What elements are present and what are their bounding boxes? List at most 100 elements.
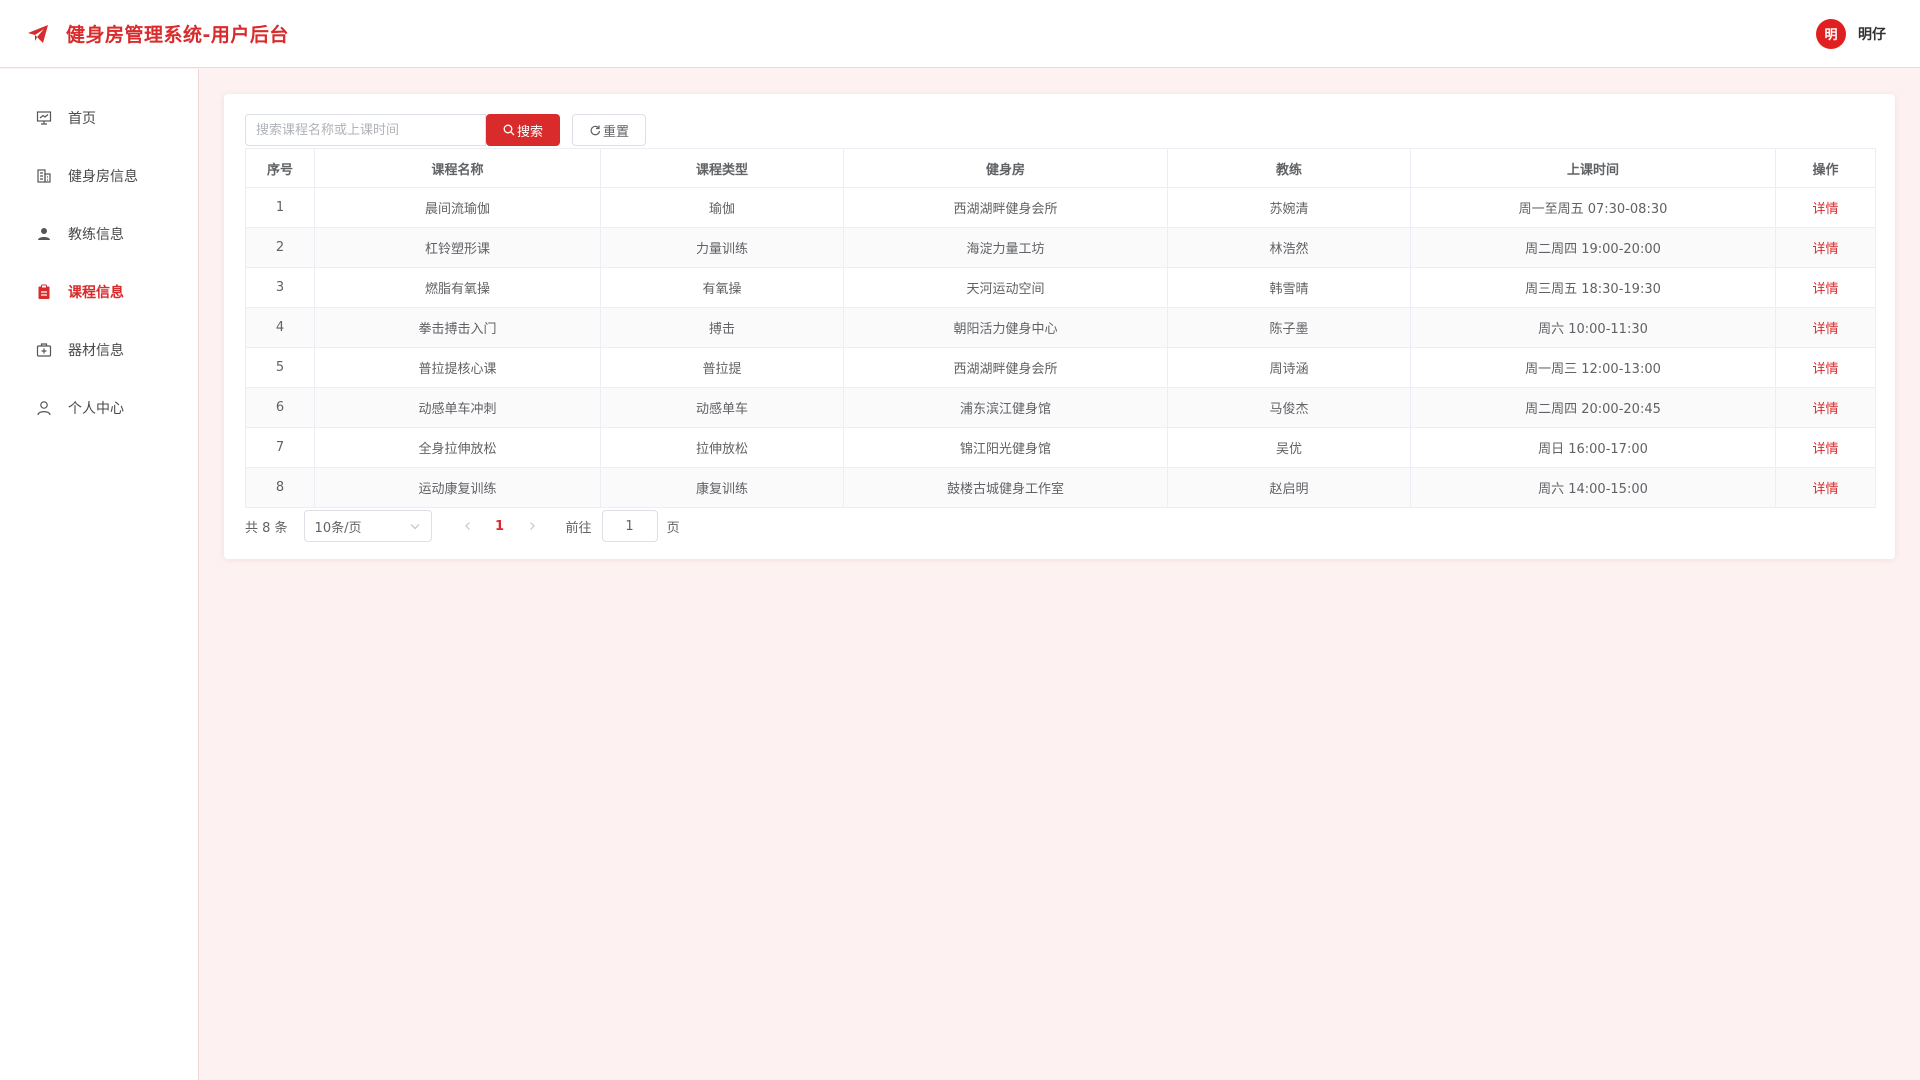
sidebar-item-label: 个人中心: [68, 401, 124, 417]
column-header[interactable]: 课程名称: [314, 148, 601, 188]
detail-link[interactable]: 详情: [1812, 402, 1838, 417]
table-cell: 周六 10:00-11:30: [1410, 307, 1776, 348]
table-cell: 拳击搏击入门: [314, 307, 601, 348]
table-cell: 4: [245, 307, 315, 348]
table-cell: 全身拉伸放松: [314, 427, 601, 468]
column-header[interactable]: 教练: [1167, 148, 1411, 188]
person-icon: [37, 401, 51, 416]
sidebar-item-equipment-info[interactable]: 器材信息: [0, 321, 198, 379]
table-cell: 周日 16:00-17:00: [1410, 427, 1776, 468]
detail-link[interactable]: 详情: [1812, 362, 1838, 377]
chevron-left-icon: [464, 522, 470, 530]
detail-link[interactable]: 详情: [1812, 482, 1838, 497]
user-menu[interactable]: 明 明仔: [1816, 18, 1886, 49]
table-cell: 周二周四 20:00-20:45: [1410, 387, 1776, 428]
goto-label: 前往: [565, 520, 592, 536]
table-cell: 有氧操: [600, 267, 844, 308]
action-cell: 详情: [1775, 267, 1876, 308]
table-cell: 浦东滨江健身馆: [843, 387, 1168, 428]
avatar[interactable]: 明: [1816, 18, 1846, 49]
column-header[interactable]: 操作: [1775, 148, 1876, 188]
prev-page-button[interactable]: [452, 512, 484, 540]
table-cell: 康复训练: [600, 467, 844, 508]
sidebar-item-course-info[interactable]: 课程信息: [0, 263, 198, 321]
page-number[interactable]: 1: [484, 512, 516, 540]
goto-suffix: 页: [666, 520, 680, 536]
column-header[interactable]: 课程类型: [600, 148, 844, 188]
detail-link[interactable]: 详情: [1812, 282, 1838, 297]
action-cell: 详情: [1775, 187, 1876, 228]
table-cell: 2: [245, 227, 315, 268]
detail-link[interactable]: 详情: [1812, 202, 1838, 217]
table-cell: 8: [245, 467, 315, 508]
action-cell: 详情: [1775, 387, 1876, 428]
clipboard-icon: [38, 284, 50, 299]
detail-link[interactable]: 详情: [1812, 322, 1838, 337]
table-cell: 林浩然: [1167, 227, 1411, 268]
table-cell: 赵启明: [1167, 467, 1411, 508]
table-cell: 陈子墨: [1167, 307, 1411, 348]
table-cell: 3: [245, 267, 315, 308]
next-page-button[interactable]: [516, 512, 548, 540]
search-toolbar: 搜索 重置: [245, 114, 1875, 146]
course-table: 序号 课程名称 课程类型 健身房 教练 上课时间 操作 1 晨间流瑜伽 瑜伽 西湖湖畔…: [245, 148, 1876, 508]
table-cell: 朝阳活力健身中心: [843, 307, 1168, 348]
table-cell: 吴优: [1167, 427, 1411, 468]
sidebar-item-gym-info[interactable]: 健身房信息: [0, 147, 198, 205]
sidebar-item-home[interactable]: 首页: [0, 89, 198, 147]
action-cell: 详情: [1775, 227, 1876, 268]
table-cell: 动感单车: [600, 387, 844, 428]
sidebar-item-label: 首页: [68, 111, 96, 127]
table-row: 1 晨间流瑜伽 瑜伽 西湖湖畔健身会所 苏婉清 周一至周五 07:30-08:30 详情: [245, 187, 1876, 228]
page-size-select[interactable]: 10条/页: [303, 510, 432, 542]
table-row: 5 普拉提核心课 普拉提 西湖湖畔健身会所 周诗涵 周一周三 12:00-13:00 详情: [245, 347, 1876, 388]
building-icon: [37, 169, 51, 183]
table-cell: 5: [245, 347, 315, 388]
table-cell: 6: [245, 387, 315, 428]
presentation-icon: [36, 111, 52, 125]
table-cell: 力量训练: [600, 227, 844, 268]
table-row: 6 动感单车冲刺 动感单车 浦东滨江健身馆 马俊杰 周二周四 20:00-20:45 详情: [245, 387, 1876, 428]
table-cell: 普拉提核心课: [314, 347, 601, 388]
table-row: 4 拳击搏击入门 搏击 朝阳活力健身中心 陈子墨 周六 10:00-11:30 详情: [245, 307, 1876, 348]
detail-link[interactable]: 详情: [1812, 242, 1838, 257]
table-row: 2 杠铃塑形课 力量训练 海淀力量工坊 林浩然 周二周四 19:00-20:00 详情: [245, 227, 1876, 268]
table-cell: 马俊杰: [1167, 387, 1411, 428]
table-cell: 拉伸放松: [600, 427, 844, 468]
reset-button[interactable]: 重置: [572, 114, 646, 146]
column-header[interactable]: 健身房: [843, 148, 1168, 188]
app-title: 健身房管理系统-用户后台: [66, 24, 289, 46]
table-cell: 燃脂有氧操: [314, 267, 601, 308]
main-panel: 搜索 重置 序号 课程名称 课程类型 健身房 教练 上课时间: [224, 94, 1895, 559]
table-cell: 杠铃塑形课: [314, 227, 601, 268]
brand[interactable]: 健身房管理系统-用户后台: [26, 20, 289, 47]
table-cell: 7: [245, 427, 315, 468]
kit-icon: [36, 343, 52, 357]
search-input[interactable]: [245, 114, 486, 146]
reset-button-label: 重置: [602, 124, 629, 140]
table-row: 3 燃脂有氧操 有氧操 天河运动空间 韩雪晴 周三周五 18:30-19:30 详情: [245, 267, 1876, 308]
column-header[interactable]: 上课时间: [1410, 148, 1776, 188]
column-header[interactable]: 序号: [245, 148, 315, 188]
table-cell: 瑜伽: [600, 187, 844, 228]
search-button-label: 搜索: [516, 124, 543, 140]
table-row: 8 运动康复训练 康复训练 鼓楼古城健身工作室 赵启明 周六 14:00-15:00 详情: [245, 467, 1876, 508]
table-cell: 苏婉清: [1167, 187, 1411, 228]
table-cell: 周一周三 12:00-13:00: [1410, 347, 1776, 388]
table-row: 7 全身拉伸放松 拉伸放松 锦江阳光健身馆 吴优 周日 16:00-17:00 详情: [245, 427, 1876, 468]
action-cell: 详情: [1775, 347, 1876, 388]
user-name[interactable]: 明仔: [1858, 24, 1886, 44]
table-cell: 搏击: [600, 307, 844, 348]
pagination: 共 8 条 10条/页 1 前往 页: [245, 509, 1875, 543]
sidebar-item-personal-center[interactable]: 个人中心: [0, 379, 198, 437]
sidebar-item-label: 健身房信息: [68, 169, 138, 185]
sidebar-item-coach-info[interactable]: 教练信息: [0, 205, 198, 263]
goto-page-input[interactable]: [601, 510, 658, 542]
table-cell: 海淀力量工坊: [843, 227, 1168, 268]
search-icon: [503, 124, 515, 136]
table-cell: 天河运动空间: [843, 267, 1168, 308]
table-cell: 1: [245, 187, 315, 228]
search-button[interactable]: 搜索: [486, 114, 560, 146]
detail-link[interactable]: 详情: [1812, 442, 1838, 457]
chevron-down-icon: [410, 524, 419, 530]
